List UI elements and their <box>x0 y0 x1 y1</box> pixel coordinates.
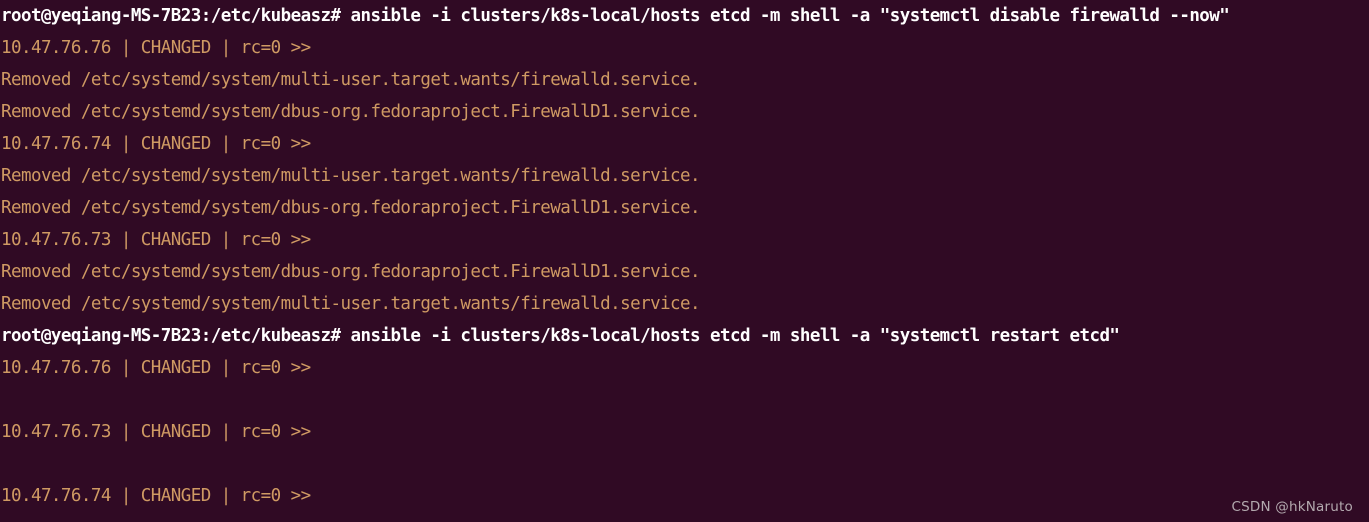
terminal-line-prompt: root@yeqiang-MS-7B23:/etc/kubeasz# ansib… <box>1 326 1120 346</box>
terminal-line-removed: Removed /etc/systemd/system/dbus-org.fed… <box>1 198 701 218</box>
terminal-line-status: 10.47.76.76 | CHANGED | rc=0 >> <box>1 358 311 378</box>
terminal-line-status: 10.47.76.73 | CHANGED | rc=0 >> <box>1 422 311 442</box>
terminal-line-removed: Removed /etc/systemd/system/dbus-org.fed… <box>1 102 701 122</box>
terminal-line-removed: Removed /etc/systemd/system/dbus-org.fed… <box>1 262 701 282</box>
csdn-watermark: CSDN @hkNaruto <box>1231 499 1353 515</box>
terminal-line-prompt: root@yeqiang-MS-7B23:/etc/kubeasz# ansib… <box>1 6 1230 26</box>
terminal-window[interactable]: root@yeqiang-MS-7B23:/etc/kubeasz# ansib… <box>0 0 1369 522</box>
terminal-line-status: 10.47.76.73 | CHANGED | rc=0 >> <box>1 230 311 250</box>
terminal-line-status: 10.47.76.74 | CHANGED | rc=0 >> <box>1 486 311 506</box>
terminal-line-removed: Removed /etc/systemd/system/multi-user.t… <box>1 70 701 90</box>
terminal-output: root@yeqiang-MS-7B23:/etc/kubeasz# ansib… <box>0 0 1369 512</box>
terminal-line-removed: Removed /etc/systemd/system/multi-user.t… <box>1 166 701 186</box>
terminal-line-status: 10.47.76.74 | CHANGED | rc=0 >> <box>1 134 311 154</box>
terminal-line-status: 10.47.76.76 | CHANGED | rc=0 >> <box>1 38 311 58</box>
terminal-line-removed: Removed /etc/systemd/system/multi-user.t… <box>1 294 701 314</box>
